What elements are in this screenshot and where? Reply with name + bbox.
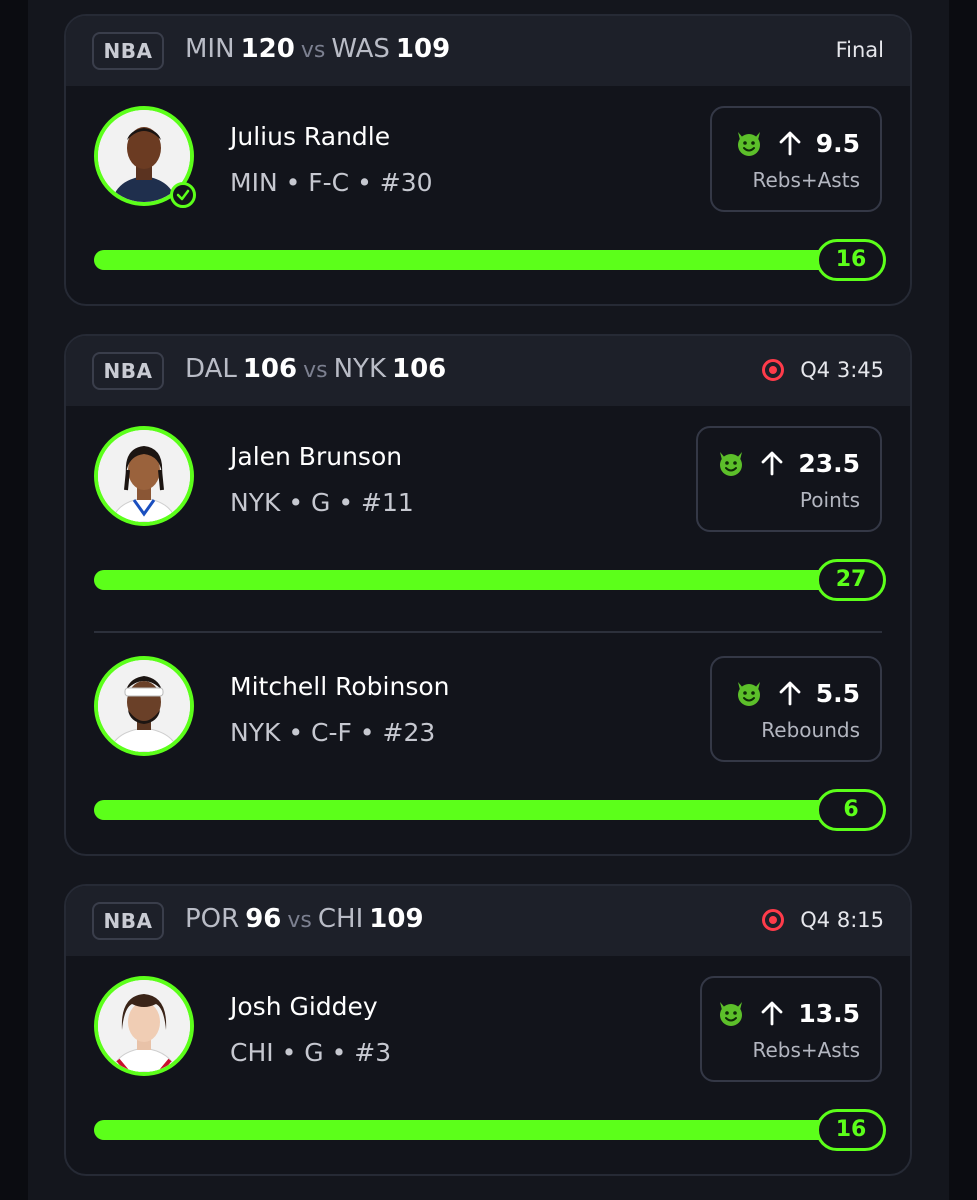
- live-icon: [762, 909, 785, 931]
- arrow-up-icon: [779, 681, 801, 706]
- league-badge: NBA: [92, 352, 164, 390]
- result-pill: 6: [816, 789, 886, 831]
- pick-line-row: 5.5: [734, 678, 860, 708]
- pick-box[interactable]: 5.5 Rebounds: [710, 656, 882, 762]
- player-row[interactable]: Julius Randle MIN • F-C • #30 9.5 Rebs+A…: [66, 86, 910, 304]
- home-team: WAS: [331, 34, 390, 64]
- pick-box[interactable]: 23.5 Points: [696, 426, 882, 532]
- pick-stat: Rebs+Asts: [752, 168, 860, 192]
- progress-fill: [94, 250, 834, 270]
- devil-icon: [737, 682, 760, 706]
- player-name: Julius Randle: [230, 122, 391, 151]
- league-badge: NBA: [92, 902, 164, 940]
- vs-label: vs: [303, 358, 328, 383]
- player-avatar: [94, 426, 194, 526]
- devil-icon: [737, 132, 760, 156]
- progress-fill: [94, 800, 834, 820]
- divider: [94, 631, 882, 633]
- matchup: POR 96 vs CHI 109: [185, 904, 424, 934]
- away-score: 106: [242, 354, 298, 384]
- devil-icon: [720, 452, 743, 476]
- player-name: Josh Giddey: [230, 992, 378, 1021]
- away-score: 96: [245, 904, 282, 934]
- player-meta: MIN • F-C • #30: [230, 168, 433, 197]
- game-card[interactable]: NBA MIN 120 vs WAS 109 Final Julius Randle M…: [64, 14, 912, 306]
- away-team: DAL: [185, 354, 237, 384]
- pick-box[interactable]: 9.5 Rebs+Asts: [710, 106, 882, 212]
- player-meta: CHI • G • #3: [230, 1038, 392, 1067]
- player-row[interactable]: Jalen Brunson NYK • G • #11 23.5 Points: [66, 406, 910, 626]
- status-text: Q4 3:45: [800, 358, 884, 382]
- game-status: Q4 3:45: [762, 358, 884, 382]
- arrow-up-icon: [779, 131, 801, 156]
- progress-fill: [94, 570, 834, 590]
- player-name: Mitchell Robinson: [230, 672, 450, 701]
- away-team: POR: [185, 904, 240, 934]
- pick-stat: Points: [799, 488, 860, 512]
- player-name: Jalen Brunson: [230, 442, 403, 471]
- result-pill: 27: [816, 559, 886, 601]
- live-icon: [762, 359, 785, 381]
- player-avatar: [94, 656, 194, 756]
- pick-line: 5.5: [815, 678, 860, 708]
- status-text: Final: [835, 38, 884, 62]
- pick-stat: Rebs+Asts: [752, 1038, 860, 1062]
- pick-line-row: 9.5: [734, 128, 860, 158]
- game-header: NBA MIN 120 vs WAS 109 Final: [66, 16, 910, 86]
- game-status: Q4 8:15: [762, 908, 884, 932]
- away-team: MIN: [185, 34, 235, 64]
- arrow-up-icon: [761, 451, 783, 476]
- progress-fill: [94, 1120, 834, 1140]
- progress-bar: [94, 250, 834, 270]
- game-header: NBA DAL 106 vs NYK 106 Q4 3:45: [66, 336, 910, 406]
- home-team: NYK: [333, 354, 386, 384]
- game-status: Final: [836, 38, 884, 62]
- pick-line-row: 23.5: [716, 448, 860, 478]
- pick-line: 9.5: [815, 128, 860, 158]
- home-score: 106: [392, 354, 447, 384]
- pick-line: 23.5: [798, 448, 860, 478]
- arrow-up-icon: [761, 1001, 783, 1026]
- player-meta: NYK • C-F • #23: [230, 718, 436, 747]
- league-badge: NBA: [92, 32, 164, 70]
- game-header: NBA POR 96 vs CHI 109 Q4 8:15: [66, 886, 910, 956]
- away-score: 120: [240, 34, 295, 64]
- matchup: DAL 106 vs NYK 106: [185, 354, 446, 384]
- result-pill: 16: [816, 1109, 886, 1151]
- progress-bar: [94, 570, 834, 590]
- home-score: 109: [369, 904, 424, 934]
- check-icon: [170, 182, 196, 208]
- game-card[interactable]: NBA POR 96 vs CHI 109 Q4 8:15 Josh Giddey CH…: [64, 884, 912, 1176]
- player-avatar: [94, 976, 194, 1076]
- pick-line-row: 13.5: [716, 998, 860, 1028]
- status-text: Q4 8:15: [800, 908, 884, 932]
- progress-bar: [94, 1120, 834, 1140]
- game-card[interactable]: NBA DAL 106 vs NYK 106 Q4 3:45 Jalen Brunson…: [64, 334, 912, 856]
- result-pill: 16: [816, 239, 886, 281]
- vs-label: vs: [300, 38, 326, 63]
- progress-bar: [94, 800, 834, 820]
- home-team: CHI: [317, 904, 364, 934]
- vs-label: vs: [287, 908, 312, 933]
- pick-box[interactable]: 13.5 Rebs+Asts: [700, 976, 882, 1082]
- matchup: MIN 120 vs WAS 109: [185, 34, 450, 64]
- player-row[interactable]: Mitchell Robinson NYK • C-F • #23 5.5 Re…: [66, 636, 910, 854]
- pick-stat: Rebounds: [761, 718, 860, 742]
- player-meta: NYK • G • #11: [230, 488, 414, 517]
- pick-line: 13.5: [798, 998, 860, 1028]
- devil-icon: [720, 1002, 743, 1026]
- home-score: 109: [395, 34, 451, 64]
- player-row[interactable]: Josh Giddey CHI • G • #3 13.5 Rebs+Asts: [66, 956, 910, 1174]
